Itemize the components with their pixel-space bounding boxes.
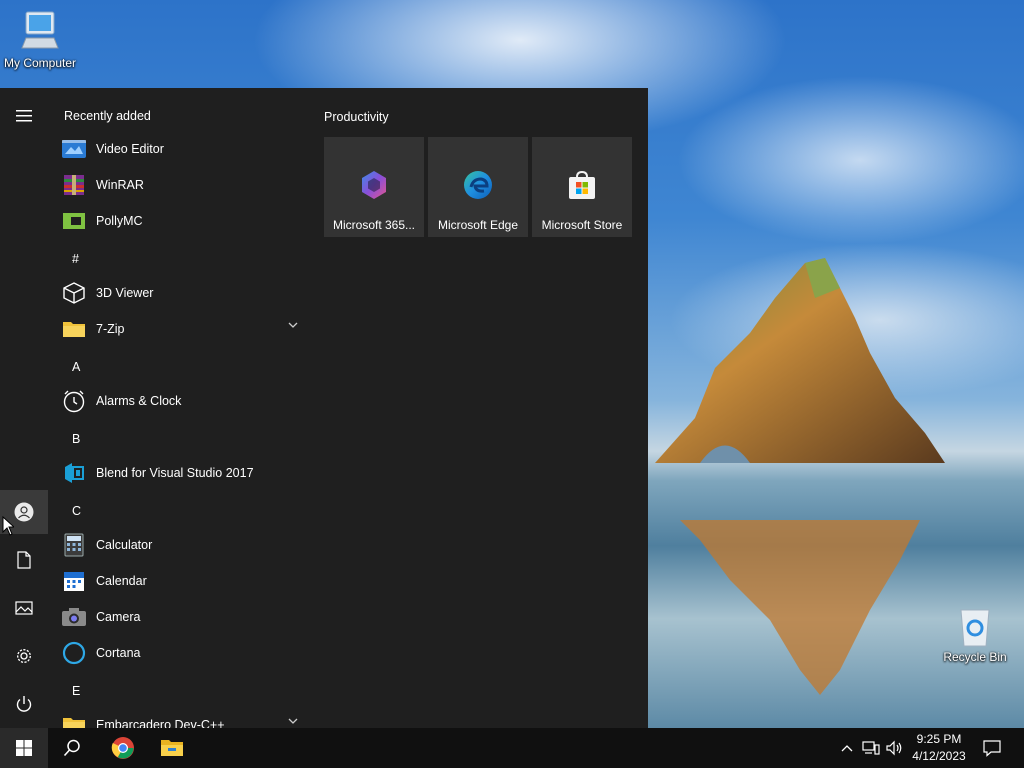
app-item-calendar[interactable]: Calendar	[60, 563, 306, 599]
tile-microsoft-edge[interactable]: Microsoft Edge	[428, 137, 528, 237]
app-item-embarcadero-dev-cpp[interactable]: Embarcadero Dev-C++	[60, 707, 306, 728]
file-explorer-icon	[161, 740, 183, 756]
search-icon	[63, 739, 80, 757]
tile-label: Microsoft Edge	[437, 218, 519, 232]
chevron-down-icon[interactable]	[288, 322, 298, 328]
calculator-icon	[60, 531, 88, 559]
cube-icon	[60, 279, 88, 307]
clock-time: 9:25 PM	[916, 732, 962, 746]
letter-header-e[interactable]: E	[72, 684, 80, 698]
app-item-3d-viewer[interactable]: 3D Viewer	[60, 275, 306, 311]
letter-header-c[interactable]: C	[72, 504, 81, 518]
show-hidden-icons-chevron	[841, 745, 853, 752]
store-icon	[569, 170, 595, 199]
desktop-icon-label: Recycle Bin	[943, 650, 1007, 664]
app-item-pollymc[interactable]: PollyMC	[60, 203, 306, 239]
tiles-area: Productivity Microsoft 365... Microsoft …	[324, 88, 648, 728]
blend-icon	[60, 459, 88, 487]
pictures-button[interactable]	[0, 586, 48, 630]
search-button[interactable]	[48, 728, 96, 768]
app-item-cortana[interactable]: Cortana	[60, 635, 306, 671]
video-editor-icon	[60, 135, 88, 163]
volume-icon	[886, 740, 902, 756]
volume-button[interactable]	[884, 738, 904, 758]
documents-button[interactable]	[0, 538, 48, 582]
tile-group-title[interactable]: Productivity	[324, 110, 389, 124]
app-item-alarms-clock[interactable]: Alarms & Clock	[60, 383, 306, 419]
taskbar-clock[interactable]: 9:25 PM 4/12/2023	[904, 731, 974, 765]
tile-microsoft-365[interactable]: Microsoft 365...	[324, 137, 424, 237]
app-item-calculator[interactable]: Calculator	[60, 527, 306, 563]
recycle-bin-icon	[960, 609, 990, 647]
expand-menu-button[interactable]	[0, 94, 48, 138]
settings-button[interactable]	[0, 634, 48, 678]
letter-header-hash[interactable]: #	[72, 252, 79, 266]
settings-gear-icon	[17, 649, 31, 663]
recently-added-header: Recently added	[64, 109, 151, 123]
network-icon	[862, 741, 880, 755]
desktop-icon-my-computer[interactable]: My Computer	[0, 8, 80, 70]
taskbar-file-explorer-button[interactable]	[148, 728, 196, 768]
power-icon	[16, 696, 32, 712]
action-center-button[interactable]	[982, 738, 1002, 758]
pollymc-icon	[60, 207, 88, 235]
desktop-icon-recycle-bin[interactable]: Recycle Bin	[935, 604, 1015, 664]
app-item-camera[interactable]: Camera	[60, 599, 306, 635]
tile-label: Microsoft 365...	[332, 218, 416, 232]
pictures-icon	[15, 601, 33, 615]
winrar-icon	[60, 171, 88, 199]
folder-icon	[60, 711, 88, 728]
app-item-winrar[interactable]: WinRAR	[60, 167, 306, 203]
taskbar: 9:25 PM 4/12/2023	[0, 728, 1024, 768]
cortana-icon	[60, 639, 88, 667]
clock-icon	[60, 387, 88, 415]
sea-arch-rock-image	[655, 258, 945, 463]
start-menu: Recently added Video Editor WinRAR Polly…	[0, 88, 648, 728]
app-item-7-zip[interactable]: 7-Zip	[60, 311, 306, 347]
taskbar-chrome-button[interactable]	[99, 728, 147, 768]
tile-microsoft-store[interactable]: Microsoft Store	[532, 137, 632, 237]
letter-header-b[interactable]: B	[72, 432, 80, 446]
documents-icon	[17, 551, 31, 569]
chevron-down-icon[interactable]	[288, 718, 298, 724]
computer-icon	[21, 11, 59, 49]
rock-reflection-image	[680, 520, 920, 695]
tile-label: Microsoft Store	[541, 218, 623, 232]
app-item-blend-vs2017[interactable]: Blend for Visual Studio 2017	[60, 455, 306, 491]
user-account-icon	[14, 502, 34, 522]
chrome-icon	[111, 737, 134, 759]
microsoft-365-icon	[362, 171, 386, 199]
power-button[interactable]	[0, 682, 48, 726]
network-button[interactable]	[861, 738, 881, 758]
app-list: Recently added Video Editor WinRAR Polly…	[48, 88, 310, 728]
show-hidden-icons-button[interactable]	[837, 738, 857, 758]
start-button[interactable]	[0, 728, 48, 768]
hamburger-menu-icon	[16, 110, 32, 122]
calendar-icon	[60, 567, 88, 595]
action-center-icon	[983, 740, 1001, 757]
letter-header-a[interactable]: A	[72, 360, 80, 374]
app-item-video-editor[interactable]: Video Editor	[60, 131, 306, 167]
edge-icon	[464, 171, 492, 199]
camera-icon	[60, 603, 88, 631]
windows-start-icon	[16, 740, 32, 756]
start-menu-rail	[0, 88, 48, 728]
clock-date: 4/12/2023	[912, 749, 966, 763]
folder-icon	[60, 315, 88, 343]
desktop-icon-label: My Computer	[3, 56, 77, 70]
mouse-cursor-icon	[2, 516, 14, 536]
